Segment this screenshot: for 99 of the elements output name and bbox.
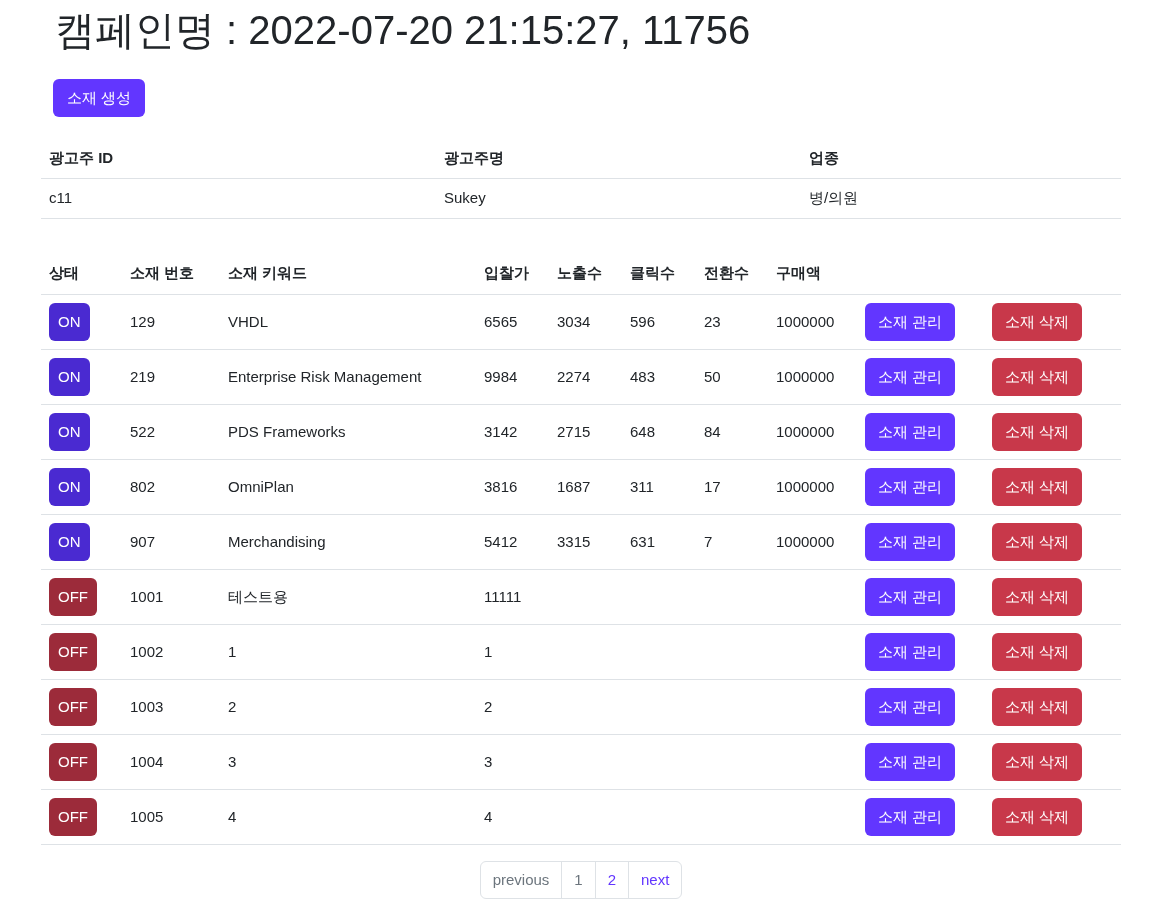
- manage-button[interactable]: 소재 관리: [865, 523, 956, 561]
- table-cell: 1000000: [776, 532, 835, 550]
- table-cell: 3: [228, 752, 237, 770]
- column-header: 클릭수: [630, 264, 675, 281]
- manage-button[interactable]: 소재 관리: [865, 743, 956, 781]
- status-toggle[interactable]: OFF: [49, 743, 97, 781]
- table-cell: 2274: [557, 367, 591, 385]
- table-cell: 3034: [557, 312, 591, 330]
- status-toggle[interactable]: OFF: [49, 633, 97, 671]
- table-cell: 4: [228, 807, 237, 825]
- table-cell: OmniPlan: [228, 477, 294, 495]
- delete-button[interactable]: 소재 삭제: [992, 743, 1083, 781]
- column-header: 상태: [49, 264, 79, 281]
- table-cell: 50: [704, 367, 721, 385]
- table-cell: 1004: [130, 752, 164, 770]
- table-cell: 병/의원: [809, 188, 859, 206]
- column-header: 구매액: [776, 264, 821, 281]
- table-cell: 1000000: [776, 422, 835, 440]
- table-cell: PDS Frameworks: [228, 422, 346, 440]
- table-cell: 3142: [484, 422, 518, 440]
- column-header: 소재 번호: [130, 264, 195, 281]
- status-toggle[interactable]: OFF: [49, 798, 97, 836]
- table-cell: 17: [704, 477, 721, 495]
- table-cell: 1687: [557, 477, 591, 495]
- delete-button[interactable]: 소재 삭제: [992, 633, 1083, 671]
- table-cell: 1000000: [776, 312, 835, 330]
- page-title: 캠페인명 : 2022-07-20 21:15:27, 11756: [55, 7, 751, 54]
- table-cell: 3816: [484, 477, 518, 495]
- manage-button[interactable]: 소재 관리: [865, 303, 956, 341]
- page-link[interactable]: 1: [561, 862, 595, 898]
- table-cell: 4: [484, 807, 493, 825]
- table-cell: 2: [228, 697, 237, 715]
- table-cell: 1000000: [776, 477, 835, 495]
- status-toggle[interactable]: ON: [49, 523, 90, 561]
- manage-button[interactable]: 소재 관리: [865, 798, 956, 836]
- manage-button[interactable]: 소재 관리: [865, 358, 956, 396]
- status-toggle[interactable]: ON: [49, 303, 90, 341]
- table-cell: 129: [130, 312, 156, 330]
- table-cell: 522: [130, 422, 156, 440]
- table-cell: 802: [130, 477, 156, 495]
- table-cell: 1: [484, 642, 493, 660]
- next-link[interactable]: next: [628, 862, 682, 898]
- table-cell: Merchandising: [228, 532, 326, 550]
- table-cell: 631: [630, 532, 656, 550]
- table-cell: 6565: [484, 312, 518, 330]
- table-cell: 1000000: [776, 367, 835, 385]
- column-header: 노출수: [557, 264, 602, 281]
- column-header: 입찰가: [484, 264, 529, 281]
- table-cell: 9984: [484, 367, 518, 385]
- table-cell: 648: [630, 422, 656, 440]
- column-header: 광고주명: [444, 148, 504, 166]
- table-cell: 311: [630, 477, 654, 495]
- table-cell: 483: [630, 367, 656, 385]
- status-toggle[interactable]: ON: [49, 413, 90, 451]
- table-cell: 596: [630, 312, 656, 330]
- table-cell: 테스트용: [228, 587, 288, 605]
- table-cell: c11: [49, 188, 73, 206]
- table-cell: 2715: [557, 422, 591, 440]
- table-cell: 1001: [130, 587, 164, 605]
- table-cell: 3315: [557, 532, 591, 550]
- table-cell: 5412: [484, 532, 518, 550]
- table-cell: 1: [228, 642, 237, 660]
- manage-button[interactable]: 소재 관리: [865, 578, 956, 616]
- table-cell: 2: [484, 697, 493, 715]
- manage-button[interactable]: 소재 관리: [865, 633, 956, 671]
- table-cell: VHDL: [228, 312, 268, 330]
- table-cell: 23: [704, 312, 721, 330]
- column-header: 광고주 ID: [49, 148, 114, 166]
- delete-button[interactable]: 소재 삭제: [992, 358, 1083, 396]
- status-toggle[interactable]: ON: [49, 468, 90, 506]
- delete-button[interactable]: 소재 삭제: [992, 413, 1083, 451]
- column-header: 소재 키워드: [228, 264, 308, 281]
- delete-button[interactable]: 소재 삭제: [992, 523, 1083, 561]
- table-cell: 3: [484, 752, 493, 770]
- table-cell: 219: [130, 367, 156, 385]
- delete-button[interactable]: 소재 삭제: [992, 578, 1083, 616]
- page-link[interactable]: 2: [594, 862, 628, 898]
- table-cell: 1002: [130, 642, 164, 660]
- create-button[interactable]: 소재 생성: [53, 79, 146, 117]
- status-toggle[interactable]: OFF: [49, 688, 97, 726]
- delete-button[interactable]: 소재 삭제: [992, 303, 1083, 341]
- delete-button[interactable]: 소재 삭제: [992, 798, 1083, 836]
- table-cell: 7: [704, 532, 713, 550]
- table-cell: 1005: [130, 807, 164, 825]
- delete-button[interactable]: 소재 삭제: [992, 468, 1083, 506]
- column-header: 업종: [809, 148, 839, 166]
- table-cell: 11111: [484, 587, 522, 605]
- status-toggle[interactable]: ON: [49, 358, 90, 396]
- manage-button[interactable]: 소재 관리: [865, 468, 956, 506]
- table-cell: 1003: [130, 697, 164, 715]
- table-cell: 907: [130, 532, 156, 550]
- column-header: 전환수: [704, 264, 749, 281]
- manage-button[interactable]: 소재 관리: [865, 688, 956, 726]
- table-cell: 84: [704, 422, 721, 440]
- delete-button[interactable]: 소재 삭제: [992, 688, 1083, 726]
- table-cell: Enterprise Risk Management: [228, 367, 422, 385]
- manage-button[interactable]: 소재 관리: [865, 413, 956, 451]
- table-cell: Sukey: [444, 188, 486, 206]
- status-toggle[interactable]: OFF: [49, 578, 97, 616]
